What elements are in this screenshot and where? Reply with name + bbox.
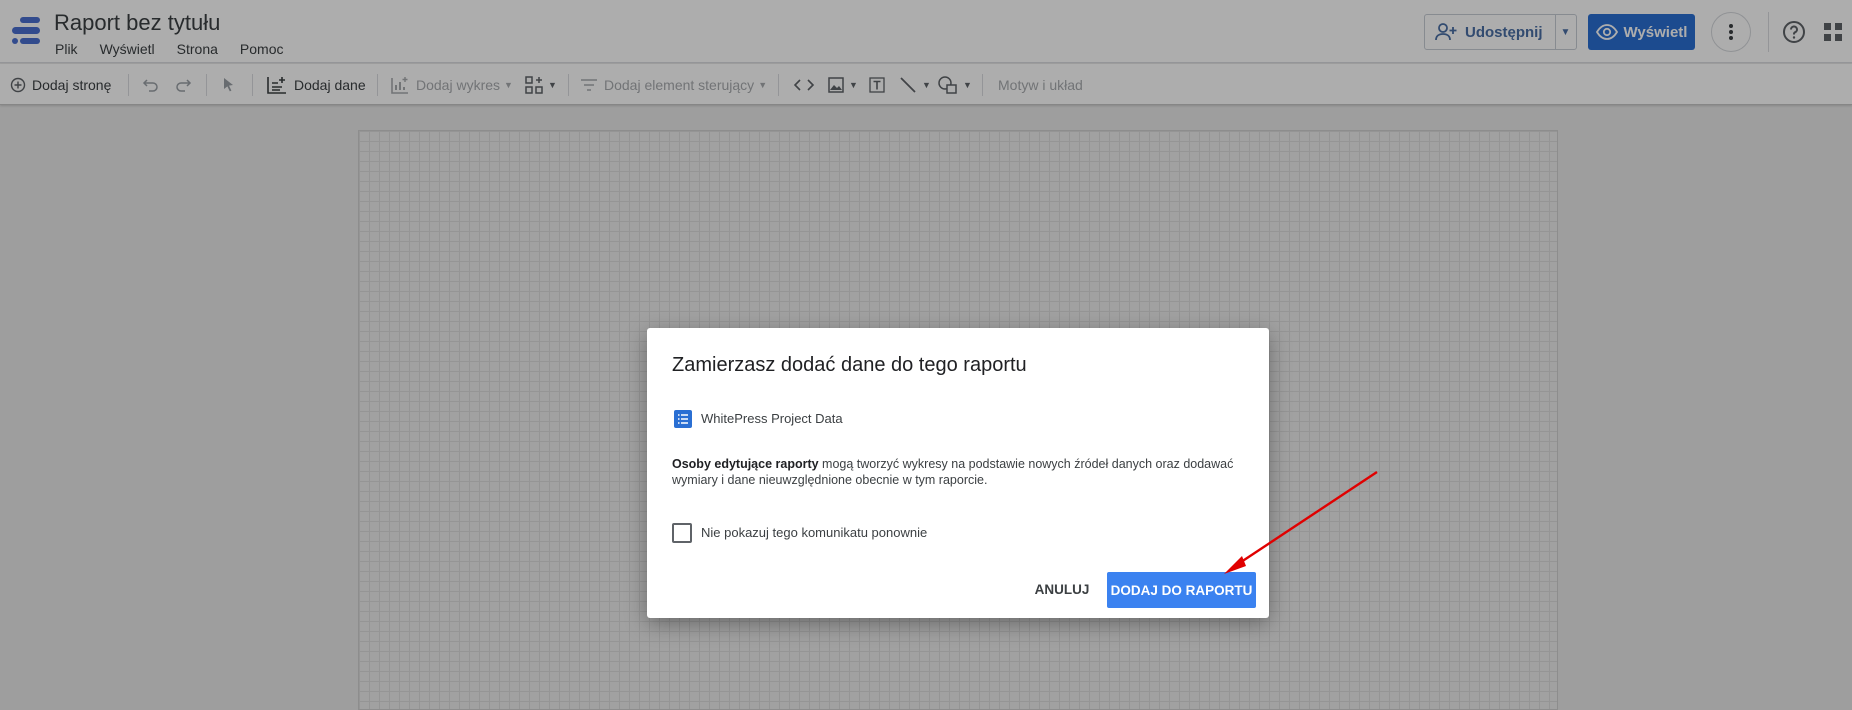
dont-show-again-checkbox[interactable] [672,523,692,543]
dont-show-again-label[interactable]: Nie pokazuj tego komunikatu ponownie [701,525,927,540]
add-data-dialog: Zamierzasz dodać dane do tego raportu Wh… [647,328,1269,618]
cancel-button[interactable]: ANULUJ [1023,572,1101,606]
data-source-name: WhitePress Project Data [701,411,843,426]
annotation-arrow-icon [1224,470,1378,574]
data-source-list-icon [674,410,692,428]
description-bold: Osoby edytujące raporty [672,457,819,471]
dialog-description: Osoby edytujące raporty mogą tworzyć wyk… [672,456,1252,488]
dialog-title: Zamierzasz dodać dane do tego raportu [672,354,1027,376]
